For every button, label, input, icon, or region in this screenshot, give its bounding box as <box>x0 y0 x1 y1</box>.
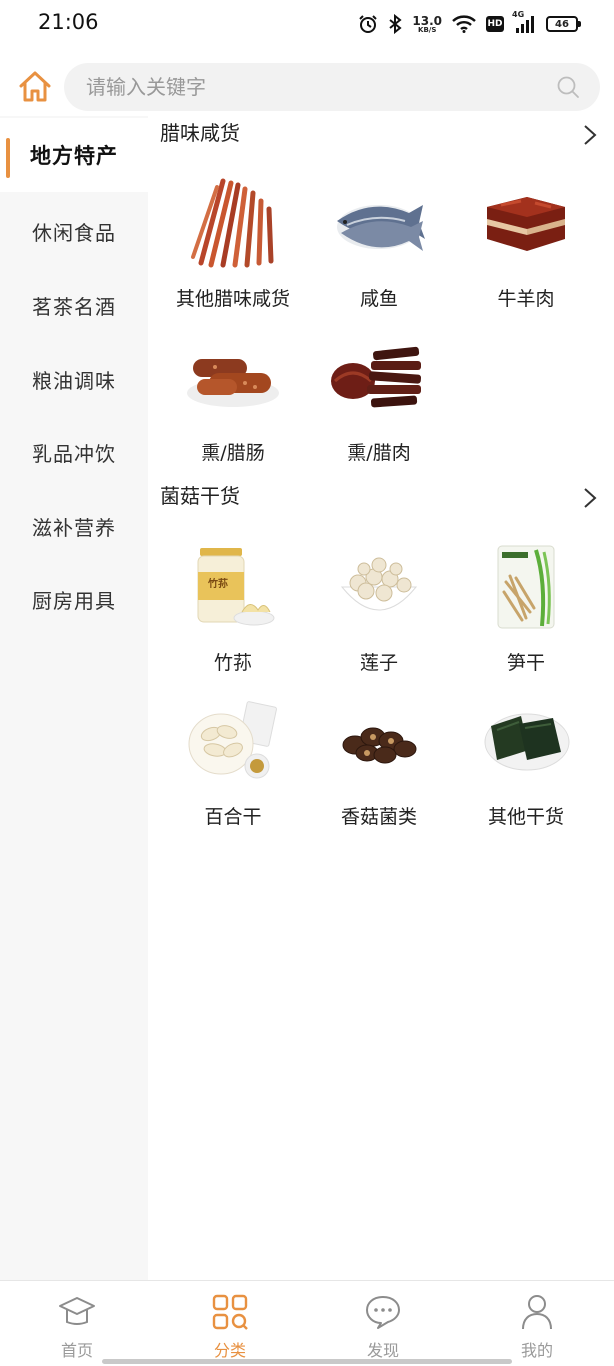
nav-discover[interactable]: 发现 <box>333 1291 433 1363</box>
category-tile[interactable]: 咸鱼 <box>306 168 452 311</box>
home-indicator[interactable] <box>102 1359 512 1364</box>
salted-fish-image <box>324 168 434 278</box>
jar-label: 竹荪 <box>208 579 228 590</box>
bluetooth-icon <box>388 14 402 34</box>
nav-category[interactable]: 分类 <box>180 1291 280 1363</box>
nav-label: 发现 <box>366 1341 399 1360</box>
nav-home[interactable]: 首页 <box>27 1291 127 1363</box>
house-icon <box>19 71 51 102</box>
search-box <box>64 63 600 111</box>
signal-icon: 4G <box>512 10 536 34</box>
sidebar-item-snacks[interactable]: 休闲食品 <box>0 194 148 268</box>
status-time: 21:06 <box>38 10 99 34</box>
home-button[interactable] <box>14 66 56 108</box>
net-speed-value: 13.0 <box>412 13 442 28</box>
category-tile[interactable]: 香菇菌类 <box>306 686 452 829</box>
category-tile[interactable]: 莲子 <box>306 532 452 675</box>
chevron-right-icon[interactable] <box>580 486 600 510</box>
search-icon[interactable] <box>556 75 580 99</box>
sidebar-item-local-specialty[interactable]: 地方特产 <box>0 118 148 192</box>
jerky-strips-image <box>178 168 288 278</box>
dried-bamboo-shoot-image <box>471 532 581 642</box>
wifi-icon <box>452 15 476 33</box>
category-label: 笋干 <box>506 652 545 674</box>
section-title-cured-goods: 腊味咸货 <box>160 121 240 145</box>
sidebar-item-nutrition[interactable]: 滋补营养 <box>0 489 148 563</box>
category-label: 熏/腊肉 <box>347 442 411 464</box>
section-title-dried-mushrooms: 菌菇干货 <box>160 484 240 508</box>
status-bar: 21:06 13.0 KB/S HD 4G 46 <box>0 0 614 48</box>
nav-label: 我的 <box>520 1341 553 1360</box>
bamboo-fungus-jar-image: 竹荪 <box>178 532 288 642</box>
category-label: 百合干 <box>204 806 262 828</box>
alarm-icon <box>358 14 378 34</box>
category-grid-icon <box>209 1291 251 1333</box>
nav-label: 分类 <box>213 1341 246 1360</box>
category-tile[interactable]: 竹荪 竹荪 <box>160 532 306 675</box>
net-speed: 13.0 KB/S <box>412 15 442 34</box>
sidebar-item-kitchenware[interactable]: 厨房用具 <box>0 562 148 636</box>
category-sidebar: 地方特产 休闲食品 茗茶名酒 粮油调味 乳品冲饮 滋补营养 厨房用具 <box>0 116 148 1280</box>
network-type-label: 4G <box>512 10 525 19</box>
status-icons: 13.0 KB/S HD 4G 46 <box>358 10 581 37</box>
chevron-right-icon[interactable] <box>580 123 600 147</box>
sausage-image <box>178 322 288 432</box>
sidebar-item-dairy-drinks[interactable]: 乳品冲饮 <box>0 415 148 489</box>
category-label: 香菇菌类 <box>340 806 417 828</box>
category-label: 莲子 <box>359 652 398 674</box>
category-label: 竹荪 <box>213 652 252 674</box>
category-tile[interactable]: 百合干 <box>160 686 306 829</box>
user-profile-icon <box>516 1291 558 1333</box>
category-tile[interactable]: 笋干 <box>453 532 599 675</box>
sidebar-item-tea-wine[interactable]: 茗茶名酒 <box>0 268 148 342</box>
bottom-nav: 首页 分类 发现 我的 <box>0 1280 614 1366</box>
mushroom-image <box>324 686 434 796</box>
nav-profile[interactable]: 我的 <box>487 1291 587 1363</box>
hd-icon: HD <box>486 16 504 32</box>
category-label: 其他干货 <box>487 806 564 828</box>
category-label: 熏/腊肠 <box>201 442 265 464</box>
braised-meat-image <box>471 168 581 278</box>
net-speed-unit: KB/S <box>418 25 437 34</box>
category-content: 腊味咸货 其他腊味咸货 咸鱼 牛羊肉 熏/腊肠 熏/腊肉 菌菇干货 竹荪 竹荪 … <box>148 116 614 1280</box>
lotus-seed-bowl-image <box>324 532 434 642</box>
home-hat-icon <box>56 1291 98 1333</box>
category-tile[interactable]: 其他干货 <box>453 686 599 829</box>
search-input[interactable] <box>64 63 544 111</box>
category-label: 其他腊味咸货 <box>175 288 290 310</box>
category-tile[interactable]: 熏/腊肉 <box>306 322 452 465</box>
category-tile[interactable]: 其他腊味咸货 <box>160 168 306 311</box>
sidebar-item-grain-oil[interactable]: 粮油调味 <box>0 342 148 416</box>
category-tile[interactable]: 牛羊肉 <box>453 168 599 311</box>
dried-lily-image <box>178 686 288 796</box>
category-label: 牛羊肉 <box>497 288 555 310</box>
cured-meat-image <box>324 322 434 432</box>
battery-icon: 46 <box>546 16 581 32</box>
category-label: 咸鱼 <box>359 288 398 310</box>
category-tile[interactable]: 熏/腊肠 <box>160 322 306 465</box>
header <box>0 58 614 116</box>
nav-label: 首页 <box>60 1341 93 1360</box>
chat-bubble-icon <box>362 1291 404 1333</box>
seaweed-image <box>471 686 581 796</box>
